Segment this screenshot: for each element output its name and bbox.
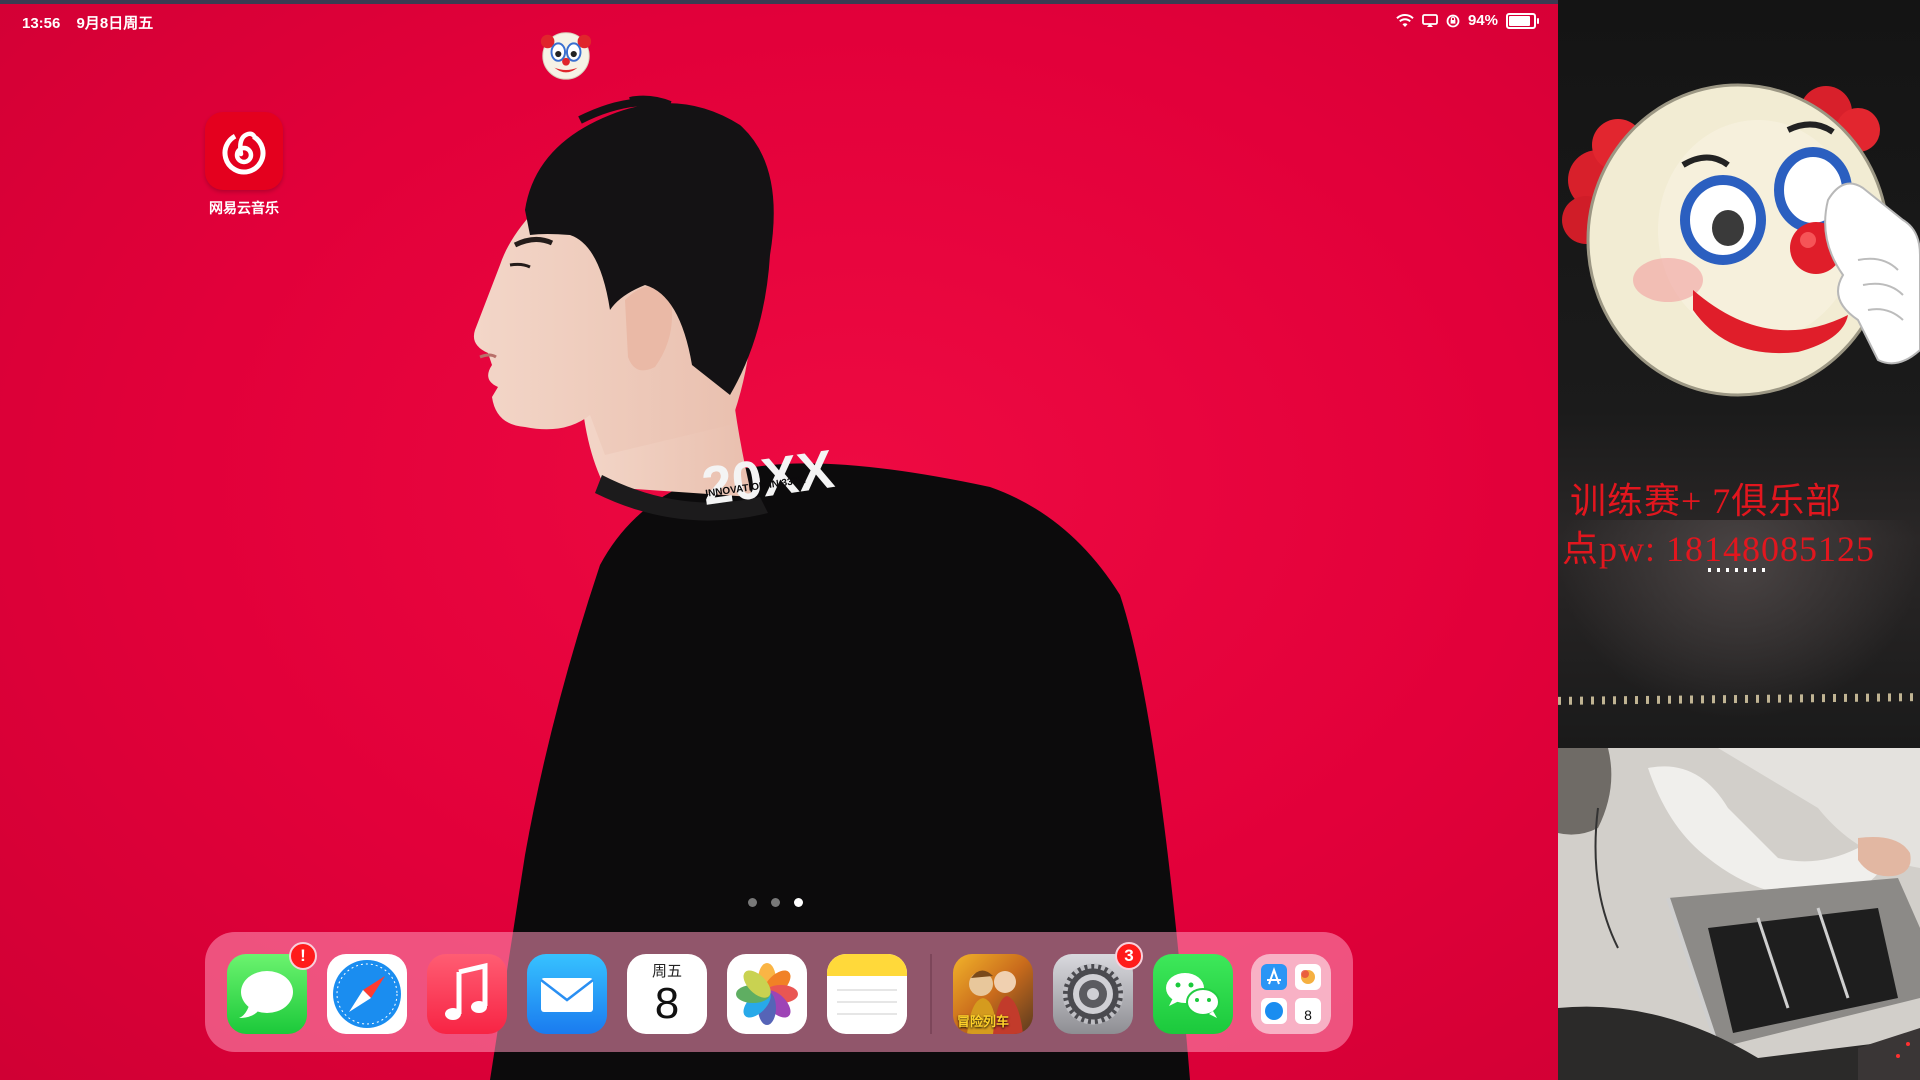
overlay-text-line1: 训练赛+ 7俱乐部 bbox=[1570, 481, 1843, 521]
status-bar: 13:56 9月8日周五 94% bbox=[0, 10, 1558, 32]
ipad-home-screen: 13:56 9月8日周五 94% 网易云音乐 20XX INNOVATION I… bbox=[0, 0, 1558, 1080]
wifi-icon bbox=[1396, 13, 1414, 27]
battery-fill bbox=[1509, 15, 1530, 26]
dock-safari-app[interactable] bbox=[327, 954, 407, 1034]
dock-music-app[interactable] bbox=[427, 954, 507, 1034]
dock-wechat-app[interactable] bbox=[1153, 954, 1233, 1034]
dock-calendar-app[interactable]: 周五 8 bbox=[627, 954, 707, 1034]
notification-badge: 3 bbox=[1115, 942, 1143, 970]
wechat-icon bbox=[1166, 973, 1220, 1018]
page-indicator[interactable] bbox=[748, 898, 803, 907]
overlay-text-line2: 点pw: 18148085125 bbox=[1562, 529, 1875, 569]
stream-overlay-panel: 训练赛+ 7俱乐部 点pw: 18148085125 bbox=[1558, 0, 1920, 748]
clown-emoji-icon bbox=[540, 32, 592, 80]
dock-app-library[interactable]: 8 bbox=[1251, 954, 1331, 1034]
screen-mirror-icon bbox=[1422, 13, 1438, 27]
dock-settings-app[interactable]: 3 bbox=[1053, 942, 1143, 1034]
dock-photos-app[interactable] bbox=[727, 954, 807, 1034]
webcam-feed bbox=[1558, 748, 1920, 1080]
battery-icon bbox=[1506, 12, 1539, 29]
netease-cloud-music-icon bbox=[222, 131, 266, 175]
dock-messages-app[interactable]: ! bbox=[227, 942, 317, 1034]
dock-game-app[interactable]: 冒险列车 bbox=[953, 954, 1033, 1034]
page-dot[interactable] bbox=[748, 898, 757, 907]
page-dot[interactable] bbox=[771, 898, 780, 907]
safari-icon bbox=[333, 960, 401, 1028]
photos-icon bbox=[736, 963, 798, 1025]
status-date: 9月8日周五 bbox=[76, 15, 154, 32]
dock: ! 周五 8 冒险列车 3 8 bbox=[205, 932, 1353, 1052]
app-library-icon: 8 bbox=[1261, 964, 1321, 1024]
dock-mail-app[interactable] bbox=[527, 954, 607, 1034]
netease-cloud-music-app[interactable]: 网易云音乐 bbox=[202, 112, 286, 218]
status-time: 13:56 bbox=[22, 15, 61, 32]
app-label: 网易云音乐 bbox=[209, 200, 279, 216]
notification-badge: ! bbox=[289, 942, 317, 970]
dock-separator bbox=[930, 954, 932, 1034]
app-library-mini-day: 8 bbox=[1304, 1007, 1312, 1023]
clown-emoji-sticker bbox=[1562, 83, 1920, 397]
music-icon bbox=[445, 962, 488, 1020]
calendar-weekday: 周五 bbox=[651, 963, 682, 980]
mail-icon bbox=[540, 978, 594, 1012]
screen-top-border bbox=[0, 0, 1558, 4]
battery-percent: 94% bbox=[1467, 12, 1498, 29]
dock-notes-app[interactable] bbox=[827, 954, 907, 1034]
game-caption: 冒险列车 bbox=[957, 1014, 1010, 1029]
calendar-day: 8 bbox=[654, 979, 680, 1028]
orientation-lock-icon bbox=[1446, 14, 1460, 27]
page-dot[interactable] bbox=[794, 898, 803, 907]
notes-icon bbox=[827, 954, 907, 1015]
